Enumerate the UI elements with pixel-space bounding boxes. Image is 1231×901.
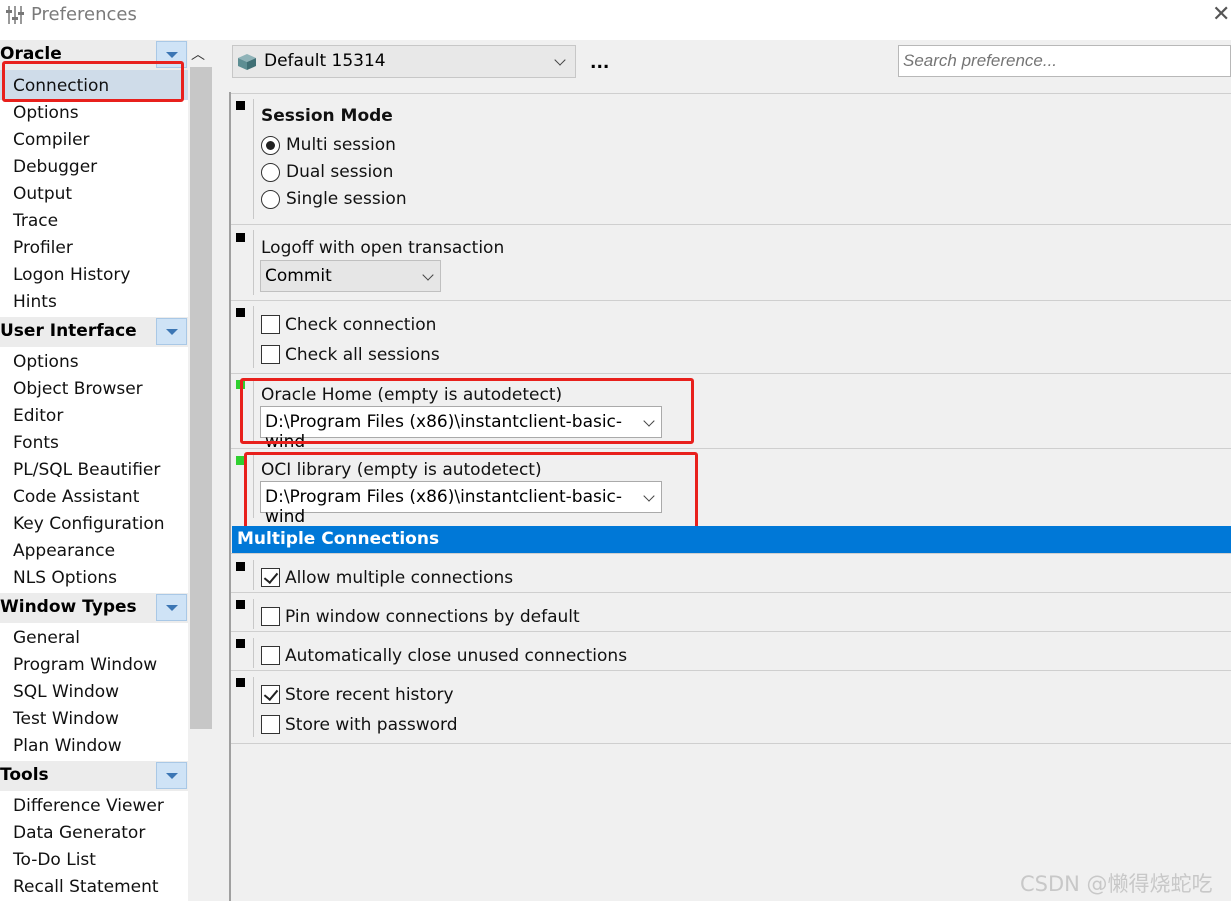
radio-multi-session[interactable] <box>261 136 280 155</box>
connection-icon <box>238 54 256 70</box>
checkbox-label[interactable]: Store recent history <box>285 685 454 705</box>
sidebar-item-recall-statement[interactable]: Recall Statement <box>13 877 159 897</box>
checkbox-label[interactable]: Store with password <box>285 715 458 735</box>
sidebar-item-plsql-beautifier[interactable]: PL/SQL Beautifier <box>13 460 160 480</box>
scrollbar-thumb[interactable] <box>190 67 212 729</box>
chevron-down-icon <box>422 269 434 281</box>
window-title: Preferences <box>31 4 137 25</box>
checkbox-label[interactable]: Pin window connections by default <box>285 607 580 627</box>
setting-marker <box>236 562 245 571</box>
sidebar-item-options[interactable]: Options <box>13 103 79 123</box>
category-label: User Interface <box>0 321 137 341</box>
setting-marker <box>236 639 245 648</box>
radio-single-session[interactable] <box>261 190 280 209</box>
divider <box>253 99 254 219</box>
store-password-checkbox[interactable] <box>261 715 280 734</box>
collapse-icon[interactable] <box>156 594 187 621</box>
watermark: CSDN @懒得烧蛇吃 <box>1020 872 1213 896</box>
category-label: Tools <box>0 765 49 785</box>
sidebar-item-test-window[interactable]: Test Window <box>13 709 119 729</box>
sidebar-item-fonts[interactable]: Fonts <box>13 433 59 453</box>
category-tools[interactable]: Tools <box>0 761 188 791</box>
store-history-checkbox[interactable] <box>261 685 280 704</box>
sidebar-item-program-window[interactable]: Program Window <box>13 655 157 675</box>
logoff-select-value: Commit <box>265 266 332 286</box>
search-input[interactable] <box>898 45 1231 77</box>
sidebar-item-difference-viewer[interactable]: Difference Viewer <box>13 796 164 816</box>
divider <box>253 306 254 368</box>
sidebar-item-data-generator[interactable]: Data Generator <box>13 823 145 843</box>
title-bar <box>0 0 1231 32</box>
collapse-icon[interactable] <box>156 762 187 789</box>
sidebar-item-compiler[interactable]: Compiler <box>13 130 90 150</box>
sidebar-item-ui-options[interactable]: Options <box>13 352 79 372</box>
checkbox-label[interactable]: Check all sessions <box>285 345 440 365</box>
setting-marker <box>236 233 245 242</box>
check-all-sessions-checkbox[interactable] <box>261 345 280 364</box>
sidebar-item-editor[interactable]: Editor <box>13 406 63 426</box>
divider <box>253 599 254 629</box>
radio-label[interactable]: Dual session <box>286 162 393 182</box>
divider <box>253 230 254 295</box>
highlight-box <box>2 61 184 102</box>
pin-window-checkbox[interactable] <box>261 607 280 626</box>
radio-dual-session[interactable] <box>261 163 280 182</box>
setting-marker <box>236 678 245 687</box>
allow-multiple-checkbox[interactable] <box>261 568 280 587</box>
sidebar-item-code-assistant[interactable]: Code Assistant <box>13 487 139 507</box>
chevron-down-icon <box>554 54 566 66</box>
close-icon[interactable]: ✕ <box>1212 2 1230 27</box>
category-user-interface[interactable]: User Interface <box>0 317 188 347</box>
sidebar-item-hints[interactable]: Hints <box>13 292 57 312</box>
auto-close-checkbox[interactable] <box>261 646 280 665</box>
sidebar-item-todo-list[interactable]: To-Do List <box>13 850 96 870</box>
sidebar-item-debugger[interactable]: Debugger <box>13 157 97 177</box>
more-button[interactable]: ... <box>590 53 609 73</box>
sidebar-item-trace[interactable]: Trace <box>13 211 58 231</box>
checkbox-label[interactable]: Allow multiple connections <box>285 568 513 588</box>
category-window-types[interactable]: Window Types <box>0 593 188 623</box>
highlight-box <box>240 378 694 444</box>
sidebar-item-output[interactable]: Output <box>13 184 72 204</box>
logoff-select[interactable]: Commit <box>260 260 441 292</box>
scroll-up-icon[interactable]: ︿ <box>191 44 205 64</box>
check-connection-checkbox[interactable] <box>261 315 280 334</box>
connection-select-value: Default 15314 <box>264 51 386 71</box>
logoff-label: Logoff with open transaction <box>261 238 505 258</box>
radio-label[interactable]: Multi session <box>286 135 396 155</box>
setting-marker <box>236 308 245 317</box>
sidebar-item-nls-options[interactable]: NLS Options <box>13 568 117 588</box>
setting-marker <box>236 600 245 609</box>
sidebar-item-profiler[interactable]: Profiler <box>13 238 73 258</box>
sidebar-item-logon-history[interactable]: Logon History <box>13 265 130 285</box>
preferences-icon <box>6 6 24 24</box>
category-label: Window Types <box>0 597 137 617</box>
checkbox-label[interactable]: Automatically close unused connections <box>285 646 627 666</box>
session-mode-title: Session Mode <box>261 106 393 126</box>
sidebar-item-key-configuration[interactable]: Key Configuration <box>13 514 165 534</box>
connection-select[interactable]: Default 15314 <box>232 45 576 78</box>
sidebar-item-appearance[interactable]: Appearance <box>13 541 115 561</box>
sidebar-item-object-browser[interactable]: Object Browser <box>13 379 143 399</box>
sidebar-item-plan-window[interactable]: Plan Window <box>13 736 122 756</box>
divider <box>253 560 254 590</box>
setting-marker <box>236 101 245 110</box>
highlight-box <box>244 452 698 530</box>
radio-label[interactable]: Single session <box>286 189 407 209</box>
divider <box>253 677 254 737</box>
divider <box>253 638 254 668</box>
sidebar-item-sql-window[interactable]: SQL Window <box>13 682 119 702</box>
collapse-icon[interactable] <box>156 318 187 345</box>
sidebar-item-general[interactable]: General <box>13 628 80 648</box>
multiple-connections-title: Multiple Connections <box>237 529 440 549</box>
checkbox-label[interactable]: Check connection <box>285 315 436 335</box>
